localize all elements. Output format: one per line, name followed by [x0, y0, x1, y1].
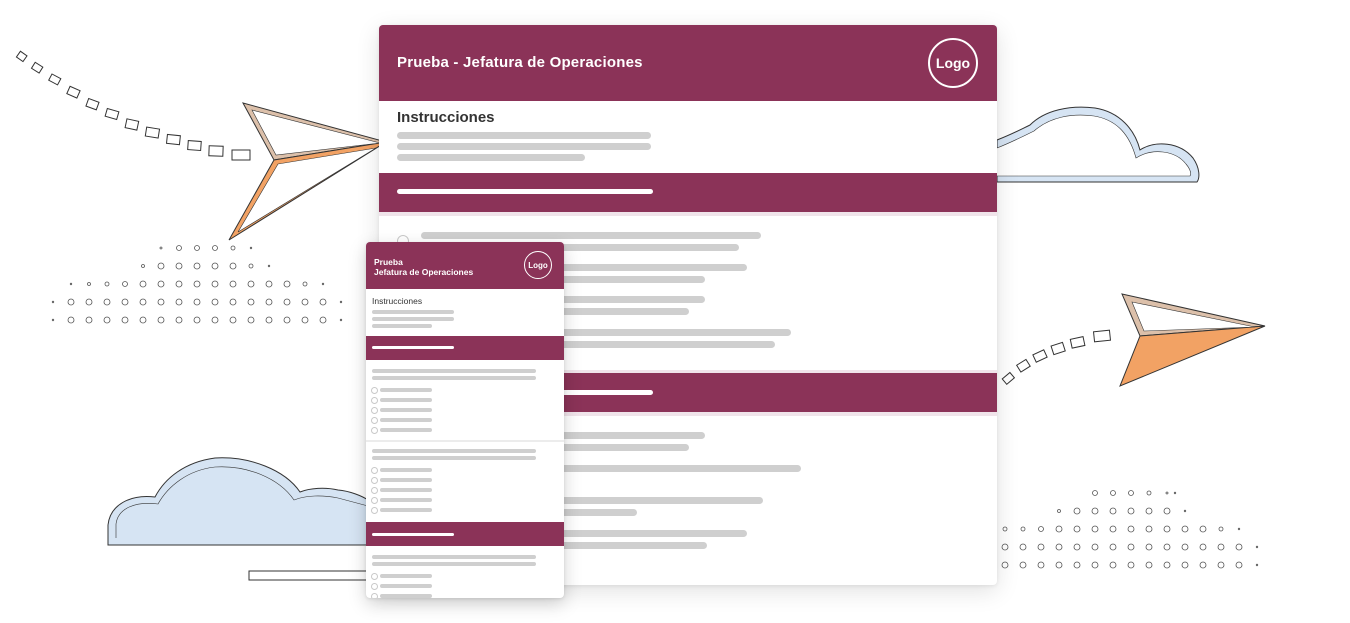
- radio-button[interactable]: [371, 417, 378, 424]
- option-placeholder: [380, 478, 432, 482]
- placeholder-text: [372, 562, 536, 566]
- form-title: Prueba Jefatura de Operaciones: [374, 257, 473, 277]
- radio-button[interactable]: [371, 397, 378, 404]
- form-preview-mobile: Prueba Jefatura de Operaciones Logo Inst…: [366, 242, 564, 598]
- dot-grid: [1001, 490, 1259, 569]
- option-placeholder: [380, 418, 432, 422]
- dotted-trail: [1001, 329, 1112, 385]
- placeholder-text: [372, 456, 536, 460]
- radio-button[interactable]: [371, 467, 378, 474]
- option-placeholder: [380, 594, 432, 598]
- instructions-heading: Instrucciones: [372, 296, 423, 306]
- section-title-placeholder: [397, 189, 653, 194]
- placeholder-text: [372, 555, 536, 559]
- ground-line: [248, 570, 370, 581]
- logo-badge: Logo: [524, 251, 552, 279]
- dotted-trail: [15, 50, 251, 161]
- cloud-icon: [107, 457, 369, 546]
- radio-button[interactable]: [371, 497, 378, 504]
- radio-button[interactable]: [371, 583, 378, 590]
- option-placeholder: [380, 468, 432, 472]
- section-title-placeholder: [372, 346, 454, 349]
- placeholder-text: [372, 310, 454, 314]
- paper-plane-icon: [228, 102, 387, 241]
- placeholder-text: [372, 376, 536, 380]
- placeholder-text: [372, 449, 536, 453]
- section-header: [379, 173, 997, 212]
- radio-button[interactable]: [371, 477, 378, 484]
- option-placeholder: [380, 574, 432, 578]
- option-placeholder: [380, 488, 432, 492]
- logo-badge: Logo: [928, 38, 978, 88]
- placeholder-text: [397, 143, 651, 150]
- placeholder-text: [372, 369, 536, 373]
- radio-button[interactable]: [371, 593, 378, 598]
- radio-button[interactable]: [371, 487, 378, 494]
- paper-plane-icon: [1119, 293, 1266, 387]
- radio-button[interactable]: [371, 387, 378, 394]
- form-title-line: Prueba: [374, 257, 403, 267]
- radio-button[interactable]: [371, 573, 378, 580]
- placeholder-text: [421, 232, 761, 239]
- option-placeholder: [380, 508, 432, 512]
- placeholder-text: [397, 132, 651, 139]
- cloud-icon: [996, 106, 1200, 183]
- option-placeholder: [380, 428, 432, 432]
- instructions-heading: Instrucciones: [397, 109, 495, 126]
- radio-button[interactable]: [371, 407, 378, 414]
- placeholder-text: [397, 154, 585, 161]
- form-title: Prueba - Jefatura de Operaciones: [397, 54, 643, 71]
- option-placeholder: [380, 398, 432, 402]
- option-placeholder: [380, 388, 432, 392]
- section-title-placeholder: [372, 533, 454, 536]
- section-header: [366, 522, 564, 546]
- radio-button[interactable]: [371, 427, 378, 434]
- section-header: [366, 336, 564, 360]
- option-placeholder: [380, 408, 432, 412]
- placeholder-text: [372, 324, 432, 328]
- dot-grid: [51, 245, 343, 324]
- radio-button[interactable]: [371, 507, 378, 514]
- placeholder-text: [372, 317, 454, 321]
- form-title-line: Jefatura de Operaciones: [374, 267, 474, 277]
- section-divider: [379, 212, 997, 216]
- option-placeholder: [380, 498, 432, 502]
- option-placeholder: [380, 584, 432, 588]
- form-header: Prueba Jefatura de Operaciones Logo: [366, 242, 564, 289]
- form-header: Prueba - Jefatura de Operaciones Logo: [379, 25, 997, 101]
- question-divider: [366, 440, 564, 442]
